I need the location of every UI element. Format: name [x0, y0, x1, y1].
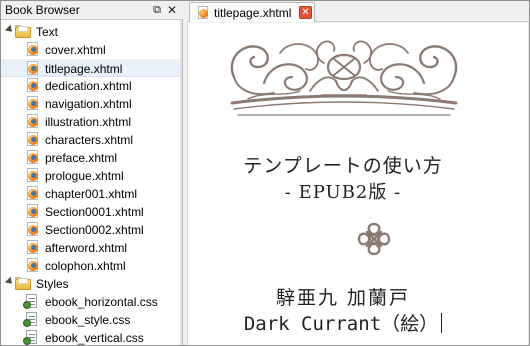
book-browser-title: Book Browser — [5, 3, 80, 17]
file-item[interactable]: cover.xhtml — [1, 41, 181, 59]
stylesheet-file-icon — [23, 330, 40, 345]
file-item[interactable]: illustration.xhtml — [1, 113, 181, 131]
folder-icon — [15, 25, 31, 38]
file-item[interactable]: navigation.xhtml — [1, 95, 181, 113]
expand-arrow-icon[interactable] — [4, 276, 15, 287]
expand-arrow-icon[interactable] — [4, 24, 15, 35]
file-label: preface.xhtml — [45, 151, 118, 165]
file-item[interactable]: chapter001.xhtml — [1, 185, 181, 203]
file-item[interactable]: characters.xhtml — [1, 131, 181, 149]
tab-label: titlepage.xhtml — [214, 6, 292, 20]
file-label: prologue.xhtml — [45, 169, 124, 183]
xhtml-file-icon — [25, 150, 40, 165]
document-subtitle: - EPUB2版 - — [284, 182, 402, 203]
book-view[interactable]: テンプレートの使い方 - EPUB2版 - 騂亜九 加蘭戸 Dark Curra… — [187, 23, 529, 345]
document-title: テンプレートの使い方 — [243, 155, 443, 177]
file-label: titlepage.xhtml — [45, 62, 123, 76]
illustrator-name: Dark Currant（絵） — [193, 309, 493, 336]
file-label: ebook_horizontal.css — [45, 295, 158, 309]
xhtml-file-icon — [25, 96, 40, 111]
author-name: 騂亜九 加蘭戸 — [275, 287, 411, 309]
file-label: characters.xhtml — [45, 133, 134, 147]
celtic-knot-ornament — [357, 222, 391, 256]
file-label: afterword.xhtml — [45, 241, 128, 255]
xhtml-file-icon — [25, 168, 40, 183]
close-icon[interactable]: ✕ — [165, 3, 179, 17]
file-item[interactable]: Section0001.xhtml — [1, 203, 181, 221]
file-label: Section0001.xhtml — [45, 205, 144, 219]
file-label: colophon.xhtml — [45, 259, 126, 273]
xhtml-file-icon — [25, 258, 40, 273]
file-item[interactable]: afterword.xhtml — [1, 239, 181, 257]
xhtml-file-icon — [25, 222, 40, 237]
file-label: navigation.xhtml — [45, 97, 132, 111]
file-item[interactable]: Section0002.xhtml — [1, 221, 181, 239]
file-item[interactable]: ebook_horizontal.css — [1, 293, 181, 311]
panel-scrollbar[interactable] — [180, 20, 182, 345]
book-view-scrollbar[interactable] — [528, 23, 529, 345]
illustrator-name-text: Dark Currant（絵） — [243, 313, 439, 335]
xhtml-file-icon — [25, 114, 40, 129]
folder-label: Text — [36, 25, 59, 39]
xhtml-file-icon — [25, 42, 40, 57]
file-label: illustration.xhtml — [45, 115, 132, 129]
file-item[interactable]: ebook_vertical.css — [1, 329, 181, 346]
xhtml-file-icon — [25, 240, 40, 255]
file-item[interactable]: titlepage.xhtml — [1, 59, 181, 77]
file-label: ebook_vertical.css — [45, 331, 144, 345]
file-label: dedication.xhtml — [45, 79, 132, 93]
book-browser-titlebar: Book Browser ⧉ ✕ — [1, 1, 183, 20]
stylesheet-file-icon — [23, 312, 40, 327]
file-item[interactable]: dedication.xhtml — [1, 77, 181, 95]
folder-label: Styles — [36, 277, 69, 291]
file-label: chapter001.xhtml — [45, 187, 138, 201]
file-label: ebook_style.css — [45, 313, 131, 327]
tab-titlepage[interactable]: titlepage.xhtml ✕ — [189, 2, 315, 22]
file-item[interactable]: colophon.xhtml — [1, 257, 181, 275]
xhtml-file-icon — [25, 186, 40, 201]
file-label: cover.xhtml — [45, 43, 106, 57]
celtic-ornament-header — [230, 40, 458, 116]
xhtml-file-icon — [197, 6, 209, 19]
folder-icon — [15, 277, 31, 290]
xhtml-file-icon — [25, 61, 40, 76]
file-item[interactable]: ebook_style.css — [1, 311, 181, 329]
xhtml-file-icon — [25, 78, 40, 93]
file-item[interactable]: preface.xhtml — [1, 149, 181, 167]
xhtml-file-icon — [25, 204, 40, 219]
folder-styles[interactable]: Styles — [1, 275, 181, 293]
float-window-icon[interactable]: ⧉ — [150, 3, 164, 17]
xhtml-file-icon — [25, 132, 40, 147]
file-item[interactable]: prologue.xhtml — [1, 167, 181, 185]
editor-tab-bar: titlepage.xhtml ✕ — [187, 1, 529, 22]
sigil-window: Book Browser ⧉ ✕ Text cover.xhtml titlepag… — [0, 0, 530, 346]
text-caret — [441, 313, 443, 333]
file-label: Section0002.xhtml — [45, 223, 144, 237]
stylesheet-file-icon — [23, 294, 40, 309]
book-browser-panel: Book Browser ⧉ ✕ Text cover.xhtml titlepag… — [1, 1, 183, 345]
tab-close-icon[interactable]: ✕ — [299, 6, 312, 19]
folder-text[interactable]: Text — [1, 23, 181, 41]
